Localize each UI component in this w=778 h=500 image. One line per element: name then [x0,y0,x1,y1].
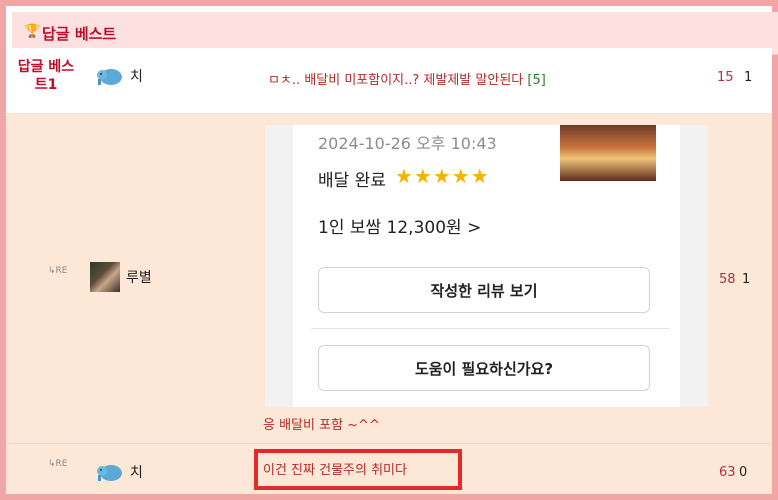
view-review-button: 작성한 리뷰 보기 [318,267,650,313]
elephant-avatar-icon [97,465,122,481]
food-thumbnail [560,125,656,181]
like-count: 15 [717,70,734,85]
author[interactable]: 치 [96,462,143,482]
author[interactable]: 치 [96,66,143,86]
divider [311,328,670,329]
author[interactable]: 루별 [90,262,152,292]
screenshot-image[interactable]: 2024-10-26 오후 10:43 배달 완료 ★★★★★ 1인 보쌈 12… [265,125,708,407]
dislike-count: 0 [739,465,748,480]
order-summary: 1인 보쌈 12,300원 > [318,218,482,238]
section-title: 답글 베스트 [42,25,117,43]
order-status: 배달 완료 [318,171,386,191]
dislike-count: 1 [742,272,751,287]
dislike-count: 1 [744,70,753,85]
comment-text[interactable]: ㅁㅊ.. 배달비 미포함이지..? 제발제발 말안된다 [5] [268,69,546,88]
reply-marker: ↳RE [48,459,68,469]
trophy-icon: 🏆 [24,24,41,39]
elephant-avatar-icon [97,69,122,85]
profile-photo [90,262,120,292]
author-name: 루별 [126,270,152,286]
reply-count[interactable]: [5] [527,73,545,88]
reply-row: ↳RE 루별 2024-10-26 오후 10:43 배달 완료 ★★★★★ 1… [6,114,772,444]
author-name: 치 [130,465,143,481]
highlight-box [254,449,462,490]
author-name: 치 [130,69,143,85]
best-rank-label: 답글 베스트1 [17,59,75,93]
like-count: 58 [719,272,736,287]
like-count: 63 [719,465,736,480]
comment-text[interactable]: 응 배달비 포함 ~^^ [263,414,380,433]
help-button: 도움이 필요하신가요? [318,345,650,391]
best-reply-row: 답글 베스트1 치 ㅁㅊ.. 배달비 미포함이지..? 제발제발 말안된다 [5… [6,48,772,114]
rating-stars: ★★★★★ [395,164,490,188]
order-date: 2024-10-26 오후 10:43 [318,134,497,153]
delivery-order-card: 2024-10-26 오후 10:43 배달 완료 ★★★★★ 1인 보쌈 12… [293,125,680,407]
reply-marker: ↳RE [48,266,68,276]
